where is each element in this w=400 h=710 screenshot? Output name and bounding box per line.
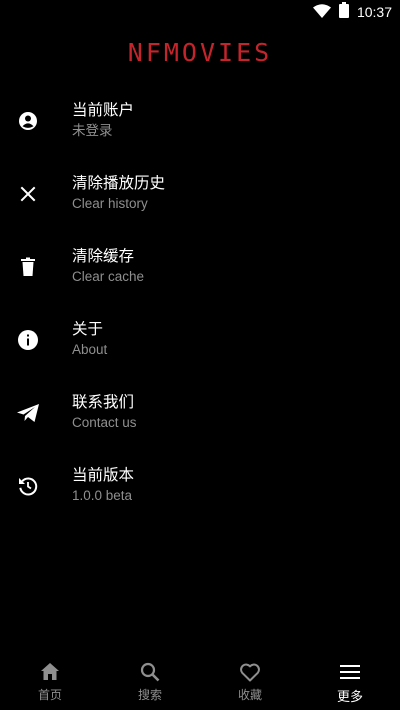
- trash-icon: [16, 255, 40, 279]
- menu-item-subtitle: About: [72, 342, 108, 357]
- menu-item-subtitle: 未登录: [72, 123, 113, 138]
- menu-item-subtitle: Contact us: [72, 415, 137, 430]
- nav-item-favorites[interactable]: 收藏: [200, 654, 300, 710]
- battery-icon: [338, 2, 349, 22]
- menu-item-subtitle: 1.0.0 beta: [72, 488, 133, 503]
- menu-icon: [338, 660, 362, 684]
- nav-label: 更多: [336, 690, 363, 705]
- menu-item-contact[interactable]: 联系我们 Contact us: [0, 376, 400, 449]
- info-icon: [16, 328, 40, 352]
- menu-item-clear-history[interactable]: 清除播放历史 Clear history: [0, 157, 400, 230]
- wifi-icon: [312, 3, 331, 22]
- nav-label: 首页: [37, 688, 62, 702]
- bottom-navigation: 首页 搜索 收藏 更多: [0, 654, 400, 710]
- nav-label: 收藏: [237, 688, 262, 702]
- nav-item-more[interactable]: 更多: [300, 654, 400, 710]
- nav-label: 搜索: [137, 688, 162, 702]
- menu-item-account[interactable]: 当前账户 未登录: [0, 84, 400, 157]
- nav-item-search[interactable]: 搜索: [100, 654, 200, 710]
- menu-item-subtitle: Clear history: [72, 196, 148, 211]
- menu-item-version[interactable]: 当前版本 1.0.0 beta: [0, 449, 400, 522]
- nav-item-home[interactable]: 首页: [0, 654, 100, 710]
- status-bar: 10:37: [0, 0, 400, 24]
- menu-item-subtitle: Clear cache: [72, 269, 145, 284]
- search-icon: [138, 660, 162, 684]
- send-icon: [16, 401, 40, 425]
- status-time: 10:37: [356, 4, 392, 20]
- menu-item-about[interactable]: 关于 About: [0, 303, 400, 376]
- home-icon: [38, 660, 62, 684]
- close-icon: [16, 182, 40, 206]
- app-logo: NFMOVIES: [127, 38, 273, 67]
- menu-item-title: 关于: [72, 320, 104, 338]
- account-circle-icon: [16, 109, 40, 133]
- heart-icon: [238, 660, 262, 684]
- update-icon: [16, 474, 40, 498]
- menu-item-title: 当前版本: [72, 466, 135, 484]
- settings-menu: 当前账户 未登录 清除播放历史 Clear history 清除缓存 Clear…: [0, 84, 400, 522]
- menu-item-title: 联系我们: [72, 393, 135, 411]
- menu-item-title: 清除播放历史: [72, 174, 166, 192]
- menu-item-title: 当前账户: [72, 101, 135, 119]
- menu-item-clear-cache[interactable]: 清除缓存 Clear cache: [0, 230, 400, 303]
- menu-item-title: 清除缓存: [72, 247, 135, 265]
- more-screen: 10:37 NFMOVIES 当前账户 未登录 清除播放历史 Clear his…: [0, 0, 400, 710]
